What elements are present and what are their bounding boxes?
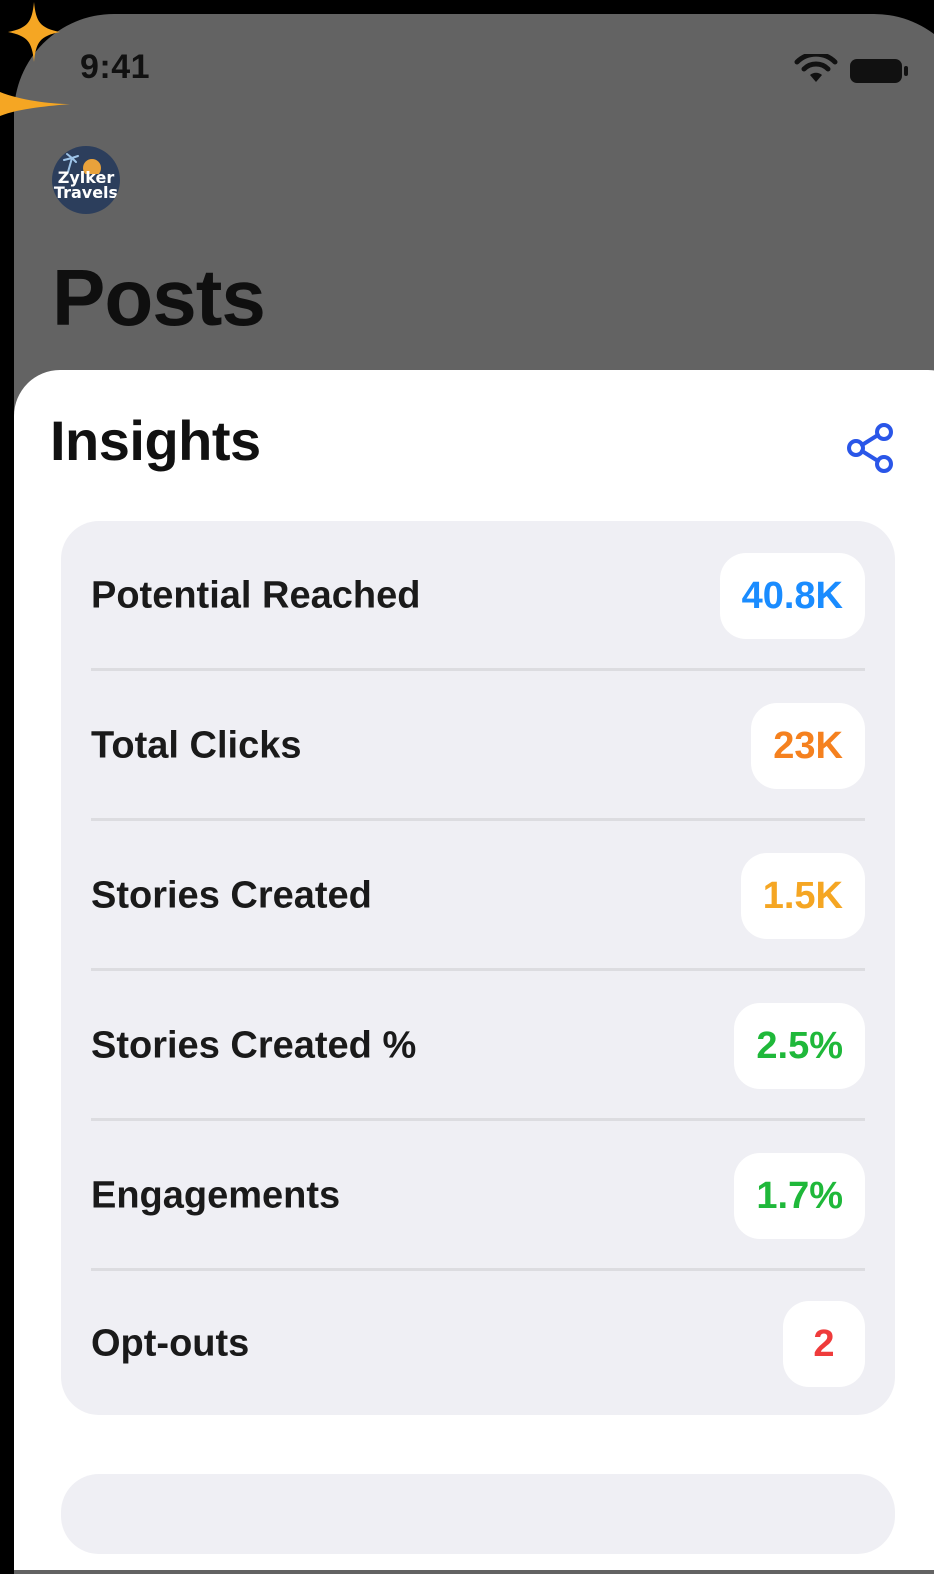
insight-label: Potential Reached [91, 574, 421, 617]
insight-label: Engagements [91, 1174, 341, 1217]
insight-label: Total Clicks [91, 724, 302, 767]
insight-label: Stories Created % [91, 1024, 417, 1067]
share-icon[interactable] [842, 420, 898, 476]
brand-logo[interactable]: Zylker Travels [52, 146, 120, 214]
insight-label: Stories Created [91, 874, 372, 917]
sheet-title: Insights [50, 409, 261, 472]
status-time: 9:41 [80, 48, 151, 86]
wifi-icon [794, 54, 838, 82]
sparkle-icon [0, 2, 70, 116]
insights-card: Potential Reached 40.8K Total Clicks 23K… [61, 521, 895, 1415]
insight-label: Opt-outs [91, 1322, 250, 1365]
insight-value-pill: 2.5% [734, 1003, 865, 1089]
insight-row-opt-outs[interactable]: Opt-outs 2 [91, 1269, 865, 1419]
insight-row-stories-created-percent[interactable]: Stories Created % 2.5% [91, 971, 865, 1121]
battery-icon [850, 59, 908, 83]
insight-row-stories-created[interactable]: Stories Created 1.5K [91, 821, 865, 971]
insight-row-potential-reached[interactable]: Potential Reached 40.8K [91, 521, 865, 671]
insight-value-pill: 1.5K [740, 853, 865, 939]
insight-value-pill: 23K [751, 703, 865, 789]
insight-row-total-clicks[interactable]: Total Clicks 23K [91, 671, 865, 821]
logo-text: Zylker Travels [52, 170, 120, 202]
secondary-card [61, 1474, 895, 1554]
page-title: Posts [52, 253, 266, 342]
insight-row-engagements[interactable]: Engagements 1.7% [91, 1121, 865, 1271]
insight-value-pill: 1.7% [734, 1153, 865, 1239]
insight-value-pill: 40.8K [719, 553, 865, 639]
logo-text-line2: Travels [53, 183, 119, 202]
insight-value-pill: 2 [783, 1301, 865, 1387]
